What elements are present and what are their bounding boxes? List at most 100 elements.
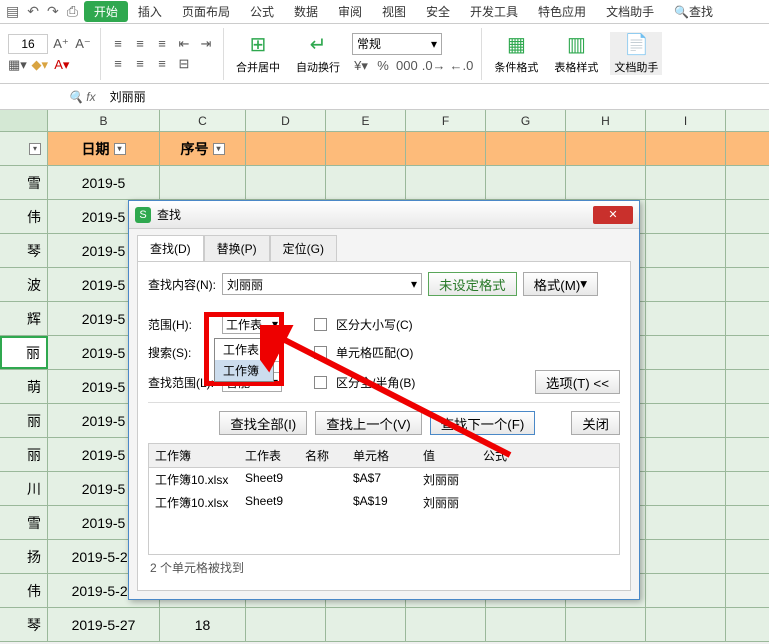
currency-icon[interactable]: ¥▾ [352,57,370,75]
result-row[interactable]: 工作簿10.xlsxSheet9$A$7刘丽丽 [149,468,619,491]
tab-layout[interactable]: 页面布局 [172,1,240,22]
col-header[interactable]: E [326,110,406,131]
cond-format-button[interactable]: ▦条件格式 [490,32,542,75]
close-button[interactable]: 关闭 [571,411,620,435]
cell[interactable]: 辉 [0,302,48,335]
tab-dev[interactable]: 开发工具 [460,1,528,22]
col-header[interactable]: H [566,110,646,131]
tab-home[interactable]: 开始 [84,1,128,22]
options-button[interactable]: 选项(T) << [535,370,620,394]
filter-arrow-icon[interactable]: ▾ [114,143,126,155]
tab-view[interactable]: 视图 [372,1,416,22]
tab-insert[interactable]: 插入 [128,1,172,22]
fx-icon[interactable]: 🔍 fx [60,90,104,104]
indent-left-icon[interactable]: ⇤ [175,35,193,53]
comma-icon[interactable]: 000 [396,57,418,75]
col-header[interactable]: B [48,110,160,131]
scope-option[interactable]: 工作簿 [215,360,273,381]
scope-option[interactable]: 工作表 [215,339,273,360]
font-color-icon[interactable]: A▾ [53,56,71,74]
format-button[interactable]: 格式(M) ▾ [523,272,598,296]
col-header[interactable]: C [160,110,246,131]
font-size-input[interactable] [8,34,48,54]
tab-find[interactable]: 查找(D) [137,235,204,261]
cell[interactable]: 琴 [0,608,48,641]
results-header[interactable]: 值 [417,444,477,467]
align-center-icon[interactable]: ≡ [131,55,149,73]
cell[interactable]: 川 [0,472,48,505]
tab-special[interactable]: 特色应用 [528,1,596,22]
cell[interactable]: 伟 [0,574,48,607]
find-content-input[interactable]: 刘丽丽▾ [222,273,422,295]
cell[interactable] [160,166,246,199]
cell[interactable]: 2019-5-27 [48,608,160,641]
col-header[interactable]: F [406,110,486,131]
number-format-combo[interactable]: 常规▾ [352,33,442,55]
cell[interactable]: 波 [0,268,48,301]
close-icon[interactable]: ✕ [593,206,633,224]
cell[interactable]: ▾ [0,132,48,165]
save-icon[interactable]: ▤ [6,3,19,20]
results-header[interactable]: 名称 [299,444,347,467]
cell[interactable]: 日期▾ [48,132,160,165]
align-right-icon[interactable]: ≡ [153,55,171,73]
tab-replace[interactable]: 替换(P) [204,235,270,261]
increase-decimal-icon[interactable]: .0→ [422,57,446,75]
cell[interactable]: 萌 [0,370,48,403]
tab-security[interactable]: 安全 [416,1,460,22]
merge-split-icon[interactable]: ⊟ [175,55,193,73]
border-icon[interactable]: ▦▾ [8,56,27,74]
percent-icon[interactable]: % [374,57,392,75]
tab-review[interactable]: 审阅 [328,1,372,22]
tab-goto[interactable]: 定位(G) [270,235,337,261]
dialog-titlebar[interactable]: S 查找 ✕ [129,201,639,229]
cell[interactable]: 2019-5 [48,166,160,199]
col-header[interactable]: D [246,110,326,131]
decrease-font-icon[interactable]: A⁻ [74,35,92,53]
find-next-button[interactable]: 查找下一个(F) [430,411,536,435]
increase-font-icon[interactable]: A⁺ [52,35,70,53]
cell[interactable]: 18 [160,608,246,641]
cell[interactable]: 丽 [0,336,48,369]
match-case-checkbox[interactable] [314,318,327,331]
cell[interactable]: 雪 [0,166,48,199]
cell[interactable]: 扬 [0,540,48,573]
indent-right-icon[interactable]: ⇥ [197,35,215,53]
match-width-checkbox[interactable] [314,376,327,389]
select-all-corner[interactable] [0,110,48,131]
col-header[interactable]: I [646,110,726,131]
results-header[interactable]: 公式 [477,444,537,467]
results-header[interactable]: 单元格 [347,444,417,467]
undo-icon[interactable]: ↶ [27,3,39,20]
col-header[interactable]: G [486,110,566,131]
tab-search[interactable]: 🔍查找 [664,1,723,22]
align-bottom-icon[interactable]: ≡ [153,35,171,53]
fill-color-icon[interactable]: ◆▾ [31,56,49,74]
align-left-icon[interactable]: ≡ [109,55,127,73]
align-top-icon[interactable]: ≡ [109,35,127,53]
tab-data[interactable]: 数据 [284,1,328,22]
tab-assistant[interactable]: 文档助手 [596,1,664,22]
match-cell-checkbox[interactable] [314,346,327,359]
results-header[interactable]: 工作表 [239,444,299,467]
find-all-button[interactable]: 查找全部(I) [219,411,307,435]
no-format-button[interactable]: 未设定格式 [428,272,517,296]
align-middle-icon[interactable]: ≡ [131,35,149,53]
decrease-decimal-icon[interactable]: ←.0 [450,57,474,75]
doc-assistant-button[interactable]: 📄文档助手 [610,32,662,75]
redo-icon[interactable]: ↷ [47,3,59,20]
wrap-text-button[interactable]: ↵自动换行 [292,32,344,75]
formula-input[interactable]: 刘丽丽 [104,88,769,105]
cell[interactable]: 琴 [0,234,48,267]
filter-arrow-icon[interactable]: ▾ [29,143,41,155]
cell[interactable]: 雪 [0,506,48,539]
results-header[interactable]: 工作簿 [149,444,239,467]
cell[interactable]: 丽 [0,404,48,437]
filter-arrow-icon[interactable]: ▾ [213,143,225,155]
merge-center-button[interactable]: ⊞合并居中 [232,32,284,75]
find-prev-button[interactable]: 查找上一个(V) [315,411,421,435]
table-style-button[interactable]: ▥表格样式 [550,32,602,75]
tab-formula[interactable]: 公式 [240,1,284,22]
cell[interactable]: 序号▾ [160,132,246,165]
print-icon[interactable]: ⎙ [67,3,78,20]
